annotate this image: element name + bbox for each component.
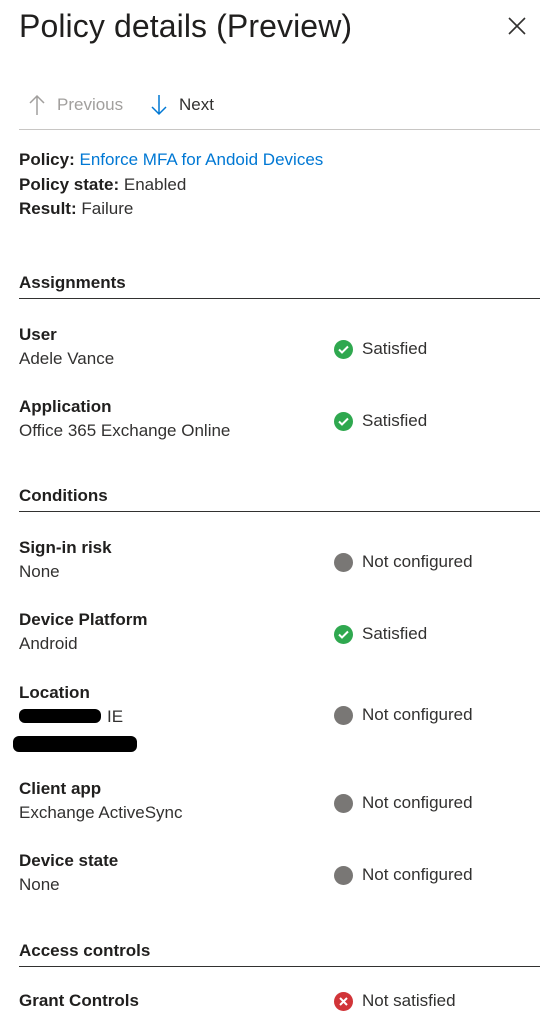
circle-icon (334, 705, 353, 725)
row-device-platform: Device Platform Android Satisfied (19, 610, 540, 662)
row-device-state: Device state None Not configured (19, 851, 540, 903)
policy-state-label: Policy state: (19, 174, 120, 194)
redaction-mark (19, 709, 101, 723)
grant-controls-status: Not satisfied (334, 991, 456, 1011)
device-platform-value: Android (19, 634, 78, 653)
grant-controls-status-text: Not satisfied (362, 991, 456, 1010)
checkmark-icon (334, 411, 353, 431)
device-platform-label: Device Platform (19, 610, 148, 629)
device-platform-status: Satisfied (334, 624, 427, 644)
client-app-status-text: Not configured (362, 793, 473, 812)
section-access-controls: Access controls (19, 941, 540, 967)
location-status: Not configured (334, 705, 473, 725)
policy-link[interactable]: Enforce MFA for Andoid Devices (79, 150, 323, 169)
arrow-down-icon (151, 95, 167, 116)
close-icon[interactable] (505, 14, 529, 38)
signin-risk-value: None (19, 562, 60, 581)
application-status: Satisfied (334, 411, 427, 431)
application-label: Application (19, 397, 112, 416)
device-state-status: Not configured (334, 865, 473, 885)
user-value: Adele Vance (19, 349, 115, 368)
location-value: IE (107, 707, 124, 726)
application-status-text: Satisfied (362, 411, 428, 430)
user-label: User (19, 325, 57, 344)
previous-label: Previous (57, 95, 124, 114)
client-app-value: Exchange ActiveSync (19, 803, 183, 822)
result-value: Failure (81, 199, 134, 218)
policy-summary: Policy: Enforce MFA for Andoid Devices P… (19, 148, 323, 222)
result-label: Result: (19, 199, 77, 218)
device-platform-status-text: Satisfied (362, 624, 428, 643)
device-state-value: None (19, 875, 60, 894)
application-value: Office 365 Exchange Online (19, 421, 231, 440)
grant-controls-label: Grant Controls (19, 991, 139, 1010)
row-signin-risk: Sign-in risk None Not configured (19, 538, 540, 590)
checkmark-icon (334, 339, 353, 359)
device-state-label: Device state (19, 851, 119, 870)
navigation-bar: Previous Next (19, 92, 540, 130)
user-status: Satisfied (334, 339, 427, 359)
signin-risk-status: Not configured (334, 552, 473, 572)
row-user: User Adele Vance Satisfied (19, 325, 540, 377)
previous-button[interactable]: Previous (29, 94, 123, 116)
user-status-text: Satisfied (362, 339, 428, 358)
device-state-status-text: Not configured (362, 865, 473, 884)
location-status-text: Not configured (362, 705, 473, 724)
row-client-app: Client app Exchange ActiveSync Not confi… (19, 779, 540, 831)
error-icon (334, 991, 353, 1011)
policy-label: Policy: (19, 150, 75, 169)
circle-icon (334, 552, 353, 572)
section-assignments: Assignments (19, 273, 540, 299)
row-application: Application Office 365 Exchange Online S… (19, 397, 540, 449)
circle-icon (334, 865, 353, 885)
row-grant-controls: Grant Controls Not satisfied (19, 991, 540, 1017)
circle-icon (334, 793, 353, 813)
next-label: Next (179, 95, 214, 114)
row-location: Location IE Not configured (13, 683, 540, 755)
redaction-mark (13, 736, 137, 752)
arrow-up-icon (29, 94, 45, 115)
next-button[interactable]: Next (151, 94, 214, 116)
panel-title: Policy details (Preview) (19, 8, 353, 44)
section-conditions: Conditions (19, 486, 540, 512)
location-label: Location (19, 683, 90, 702)
signin-risk-label: Sign-in risk (19, 538, 112, 557)
signin-risk-status-text: Not configured (362, 552, 473, 571)
policy-state-value: Enabled (123, 174, 187, 194)
client-app-status: Not configured (334, 793, 473, 813)
client-app-label: Client app (19, 779, 102, 798)
checkmark-icon (334, 624, 353, 644)
